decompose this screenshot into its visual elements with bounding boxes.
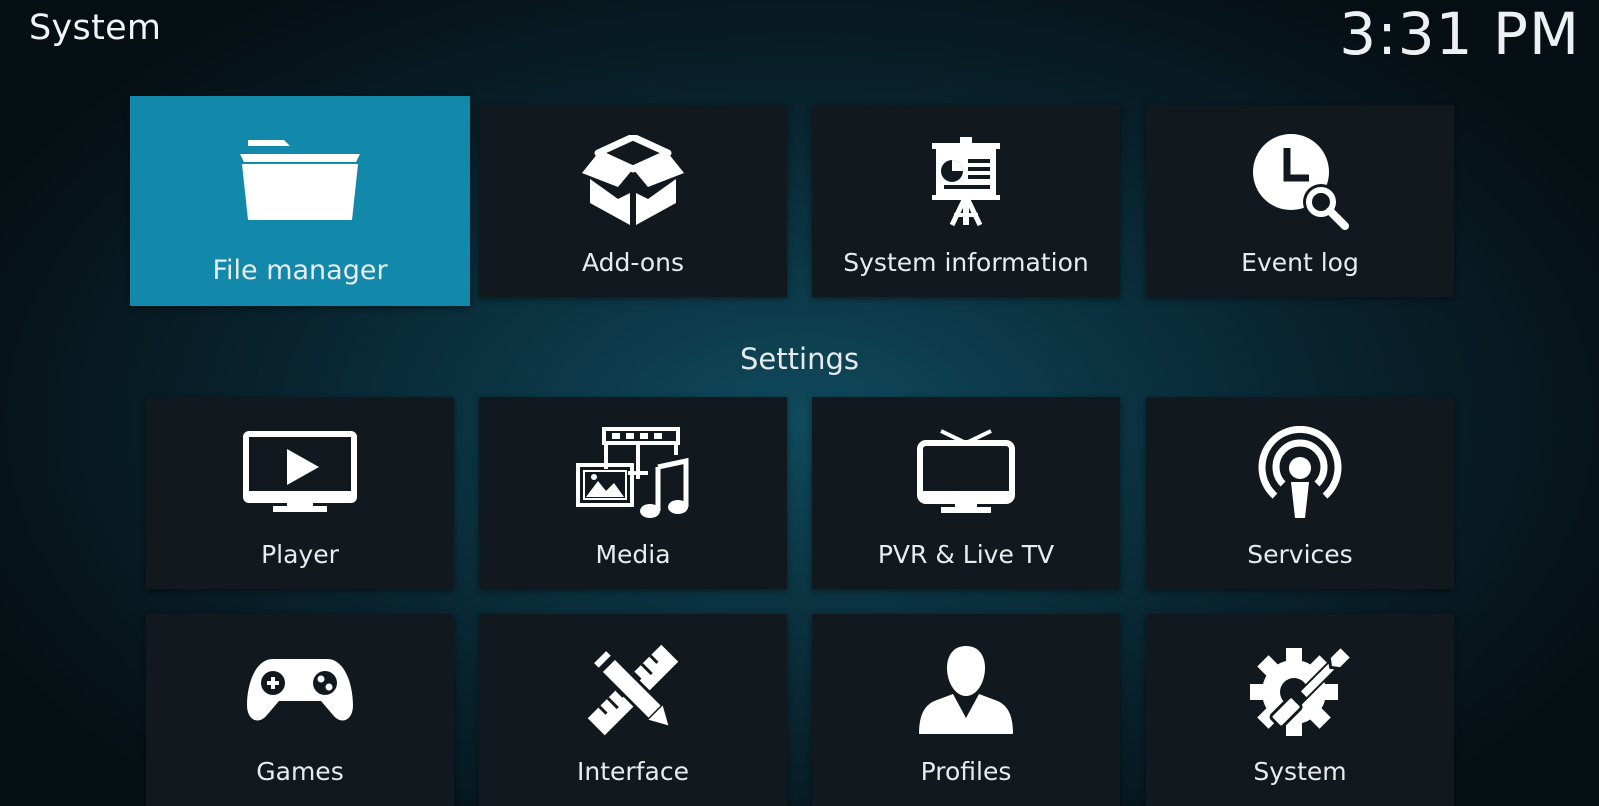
presentation-board-icon — [930, 135, 1002, 227]
system-settings-tile[interactable]: System — [1146, 614, 1454, 806]
tile-label: File manager — [212, 255, 388, 286]
tile-label: Profiles — [920, 757, 1012, 786]
system-information-tile[interactable]: System information — [812, 105, 1120, 297]
tile-label: System — [1253, 757, 1347, 786]
addons-tile[interactable]: Add-ons — [479, 105, 787, 297]
tile-label: Interface — [577, 757, 689, 786]
addons-box-icon — [578, 135, 688, 227]
gear-wrench-icon — [1250, 644, 1350, 736]
tile-label: Media — [595, 540, 671, 569]
event-log-tile[interactable]: Event log — [1146, 105, 1454, 297]
media-tile[interactable]: Media — [479, 397, 787, 589]
tile-label: Event log — [1241, 248, 1359, 277]
tile-label: System information — [843, 248, 1089, 277]
pvr-live-tv-tile[interactable]: PVR & Live TV — [812, 397, 1120, 589]
tv-antenna-icon — [917, 427, 1015, 519]
folder-icon — [238, 132, 362, 224]
tile-label: Services — [1247, 540, 1353, 569]
tile-label: Player — [261, 540, 339, 569]
player-tile[interactable]: Player — [146, 397, 454, 589]
tv-play-icon — [243, 427, 357, 519]
clock: 3:31 PM — [1339, 0, 1580, 68]
games-tile[interactable]: Games — [146, 614, 454, 806]
profiles-tile[interactable]: Profiles — [812, 614, 1120, 806]
tile-label: Add-ons — [581, 248, 685, 277]
media-filmstrip-icon — [576, 427, 690, 519]
person-icon — [917, 644, 1015, 736]
interface-tile[interactable]: Interface — [479, 614, 787, 806]
settings-heading: Settings — [740, 342, 859, 376]
tile-label: PVR & Live TV — [877, 540, 1055, 569]
clock-search-icon — [1251, 134, 1349, 230]
services-tile[interactable]: Services — [1146, 397, 1454, 589]
gamepad-icon — [245, 644, 355, 736]
podcast-icon — [1255, 426, 1345, 519]
window-title: System — [29, 8, 162, 48]
pencil-ruler-icon — [587, 644, 679, 736]
tile-label: Games — [256, 757, 344, 786]
file-manager-tile[interactable]: File manager — [130, 96, 470, 306]
